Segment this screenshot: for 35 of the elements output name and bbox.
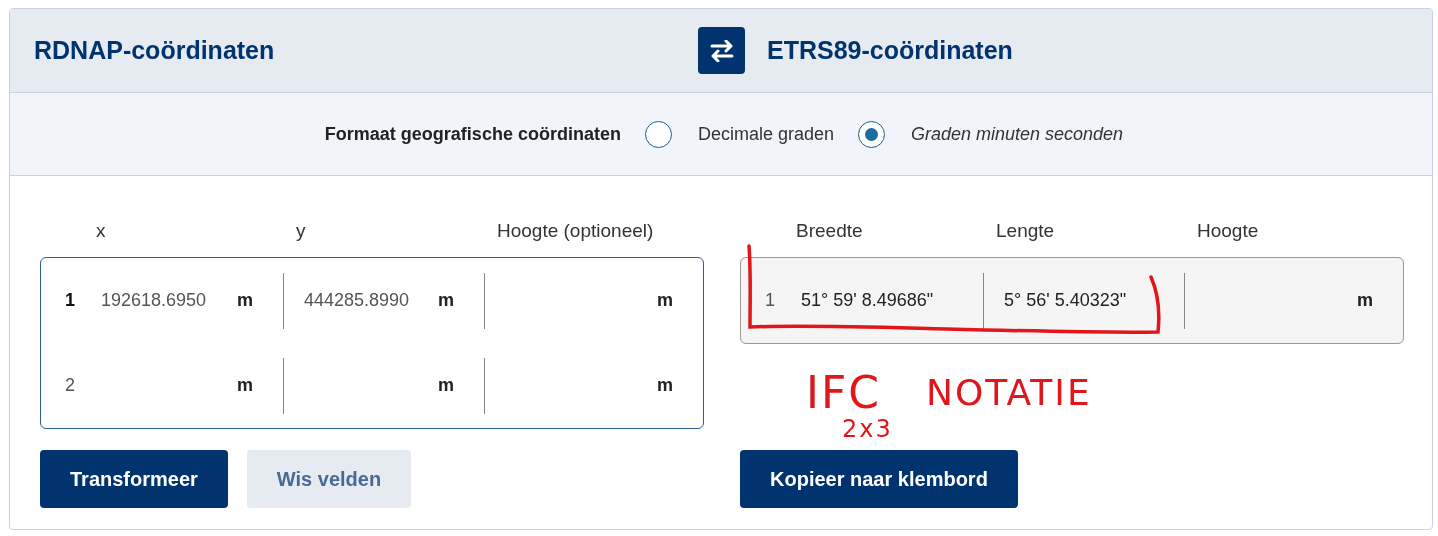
column-heading: Hoogte (optioneel)	[496, 220, 654, 243]
unit-label: m	[237, 375, 253, 396]
coordinate-field[interactable]: 192618.6950	[101, 290, 237, 311]
unit-label: m	[657, 375, 673, 396]
unit-label: m	[438, 290, 454, 311]
radio-option[interactable]: Decimale graden	[644, 120, 834, 148]
coordinate-value: 5° 56' 5.40323"	[1004, 290, 1128, 311]
primary-button[interactable]: Transformeer	[40, 450, 228, 508]
column-heading: Hoogte	[1196, 220, 1259, 243]
coordinate-field[interactable]: 444285.8990	[304, 290, 438, 311]
unit-label: m	[438, 375, 454, 396]
unit-label: m	[657, 290, 673, 311]
handwritten-note: 2x3	[842, 417, 893, 441]
column-heading: Lengte	[995, 220, 1055, 243]
column-heading: x	[95, 220, 106, 243]
source-title: RDNAP-coördinaten	[34, 36, 276, 65]
radio-option[interactable]: Graden minuten seconden	[858, 120, 1124, 148]
swap-icon	[708, 39, 735, 62]
handwritten-note: IFC	[806, 371, 881, 415]
unit-label: m	[1357, 290, 1373, 311]
swap-button[interactable]	[698, 27, 745, 74]
row-number: 1	[64, 290, 76, 311]
row-number: 1	[764, 290, 776, 311]
column-heading: y	[295, 220, 306, 243]
secondary-button[interactable]: Wis velden	[246, 450, 412, 508]
handwritten-note: NOTATIE	[926, 375, 1092, 411]
column-heading: Breedte	[795, 220, 863, 243]
format-label: Formaat geografische coördinaten	[324, 123, 621, 145]
coordinate-value: 51° 59' 8.49686"	[801, 290, 935, 311]
row-number: 2	[64, 375, 76, 396]
target-title: ETRS89-coördinaten	[767, 36, 1013, 65]
unit-label: m	[237, 290, 253, 311]
radio-button[interactable]	[644, 120, 672, 148]
primary-button[interactable]: Kopieer naar klembord	[740, 450, 1018, 508]
radio-button[interactable]	[858, 120, 885, 148]
